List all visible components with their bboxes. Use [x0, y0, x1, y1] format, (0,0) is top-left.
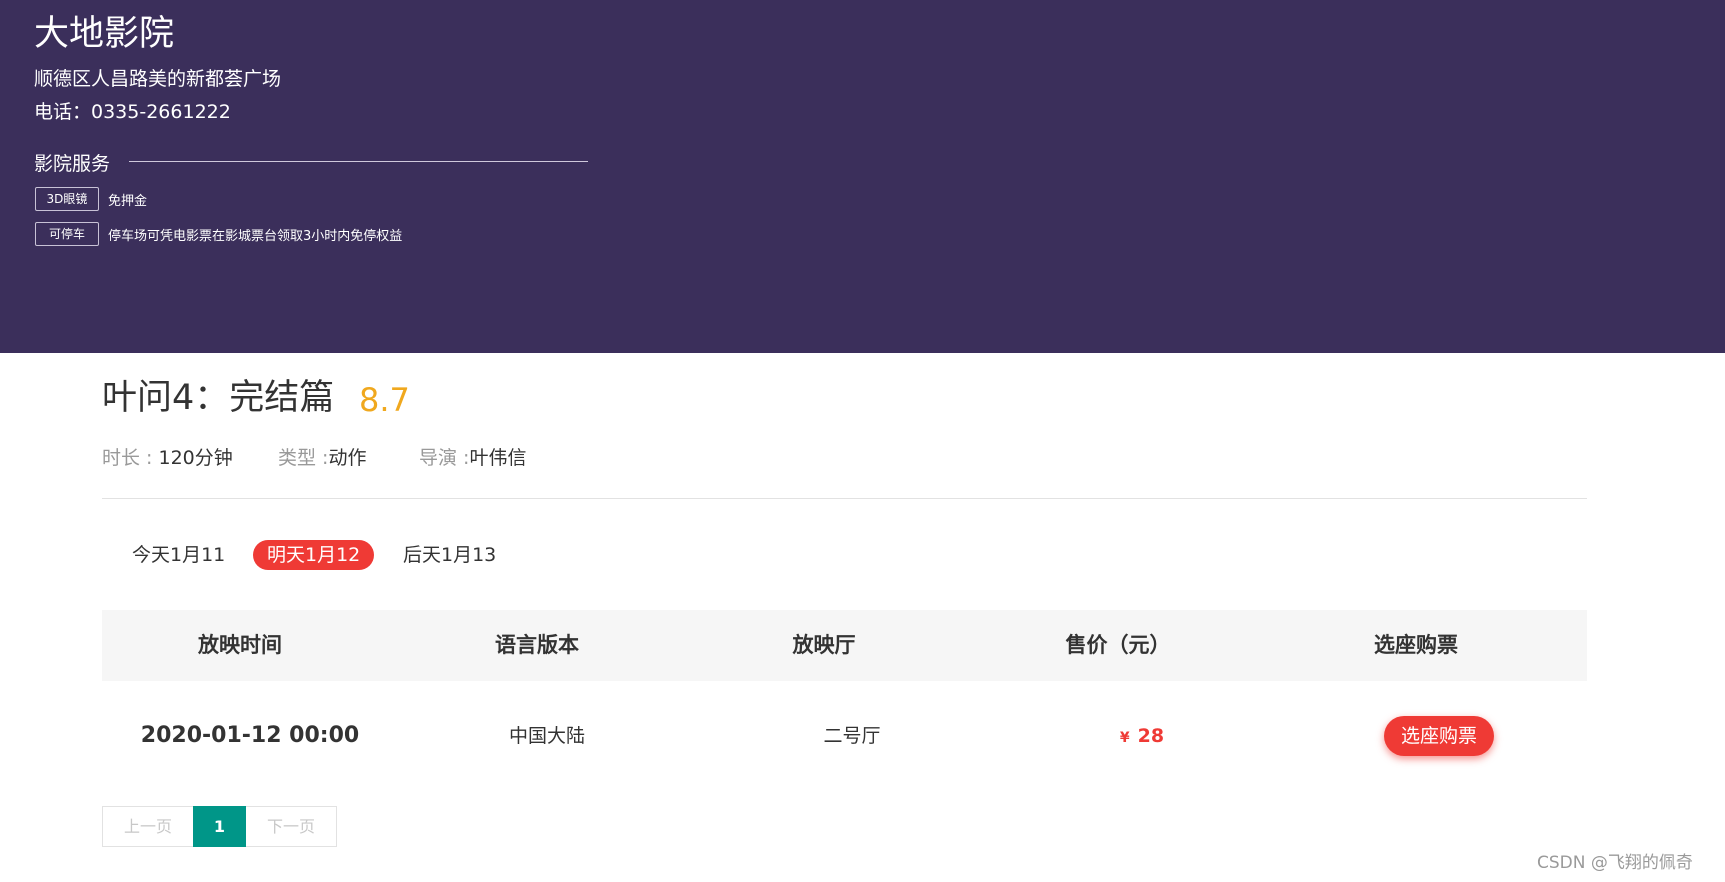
- service-tag: 可停车: [35, 222, 99, 246]
- genre-label: 类型 :: [278, 447, 329, 469]
- price-cell: ¥28: [1032, 700, 1252, 772]
- service-description: 免押金: [108, 193, 148, 209]
- showtime-cell: 2020-01-12 00:00: [140, 723, 360, 748]
- date-tab-tomorrow[interactable]: 明天1月12: [253, 540, 375, 570]
- select-seat-button[interactable]: 选座购票: [1384, 716, 1494, 756]
- cinema-phone: 电话：0335-2661222: [34, 101, 231, 123]
- column-header-time: 放映时间: [198, 633, 282, 657]
- cinema-detail-page: 大地影院 顺德区人昌路美的新都荟广场 电话：0335-2661222 影院服务 …: [0, 0, 1725, 882]
- services-title: 影院服务: [34, 153, 111, 175]
- service-tag: 3D眼镜: [35, 187, 99, 211]
- price-value: 28: [1137, 725, 1165, 747]
- cinema-banner: 大地影院 顺德区人昌路美的新都荟广场 电话：0335-2661222 影院服务 …: [0, 0, 1725, 353]
- date-tab-today[interactable]: 今天1月11: [118, 540, 239, 570]
- service-description: 停车场可凭电影票在影城票台领取3小时内免停权益: [108, 228, 403, 244]
- genre-value: 动作: [328, 447, 367, 469]
- date-tab-day-after[interactable]: 后天1月13: [389, 540, 510, 570]
- section-divider: [102, 498, 1587, 499]
- movie-title: 叶问4：完结篇: [102, 378, 335, 418]
- service-item: 3D眼镜 免押金: [35, 187, 147, 211]
- column-header-hall: 放映厅: [792, 633, 856, 657]
- cinema-name: 大地影院: [34, 14, 175, 54]
- service-item: 可停车 停车场可凭电影票在影城票台领取3小时内免停权益: [35, 222, 402, 246]
- prev-page-button[interactable]: 上一页: [102, 806, 193, 847]
- column-header-price: 售价（元）: [1065, 633, 1171, 657]
- next-page-button[interactable]: 下一页: [246, 806, 337, 847]
- movie-duration: 时长 : 120分钟: [102, 445, 233, 471]
- pagination: 上一页 1 下一页: [102, 806, 337, 847]
- duration-label: 时长 :: [102, 447, 159, 469]
- director-value: 叶伟信: [469, 447, 527, 469]
- language-cell: 中国大陆: [508, 725, 585, 747]
- director-label: 导演 :: [419, 447, 470, 469]
- page-number-current[interactable]: 1: [193, 806, 246, 847]
- movie-director: 导演 :叶伟信: [419, 445, 526, 471]
- cinema-address: 顺德区人昌路美的新都荟广场: [34, 68, 282, 90]
- table-row: 2020-01-12 00:00 中国大陆 二号厅 ¥28 选座购票: [102, 700, 1587, 772]
- services-divider: [129, 161, 588, 162]
- hall-cell: 二号厅: [823, 725, 881, 747]
- duration-value: 120分钟: [158, 447, 233, 469]
- currency-symbol: ¥: [1119, 730, 1130, 746]
- column-header-language: 语言版本: [495, 633, 579, 657]
- movie-score: 8.7: [359, 381, 410, 419]
- column-header-action: 选座购票: [1374, 633, 1458, 657]
- watermark: CSDN @飞翔的佩奇: [1537, 853, 1693, 873]
- showtimes-table-header: 放映时间 语言版本 放映厅 售价（元） 选座购票: [102, 610, 1587, 681]
- movie-genre: 类型 :动作: [278, 445, 366, 471]
